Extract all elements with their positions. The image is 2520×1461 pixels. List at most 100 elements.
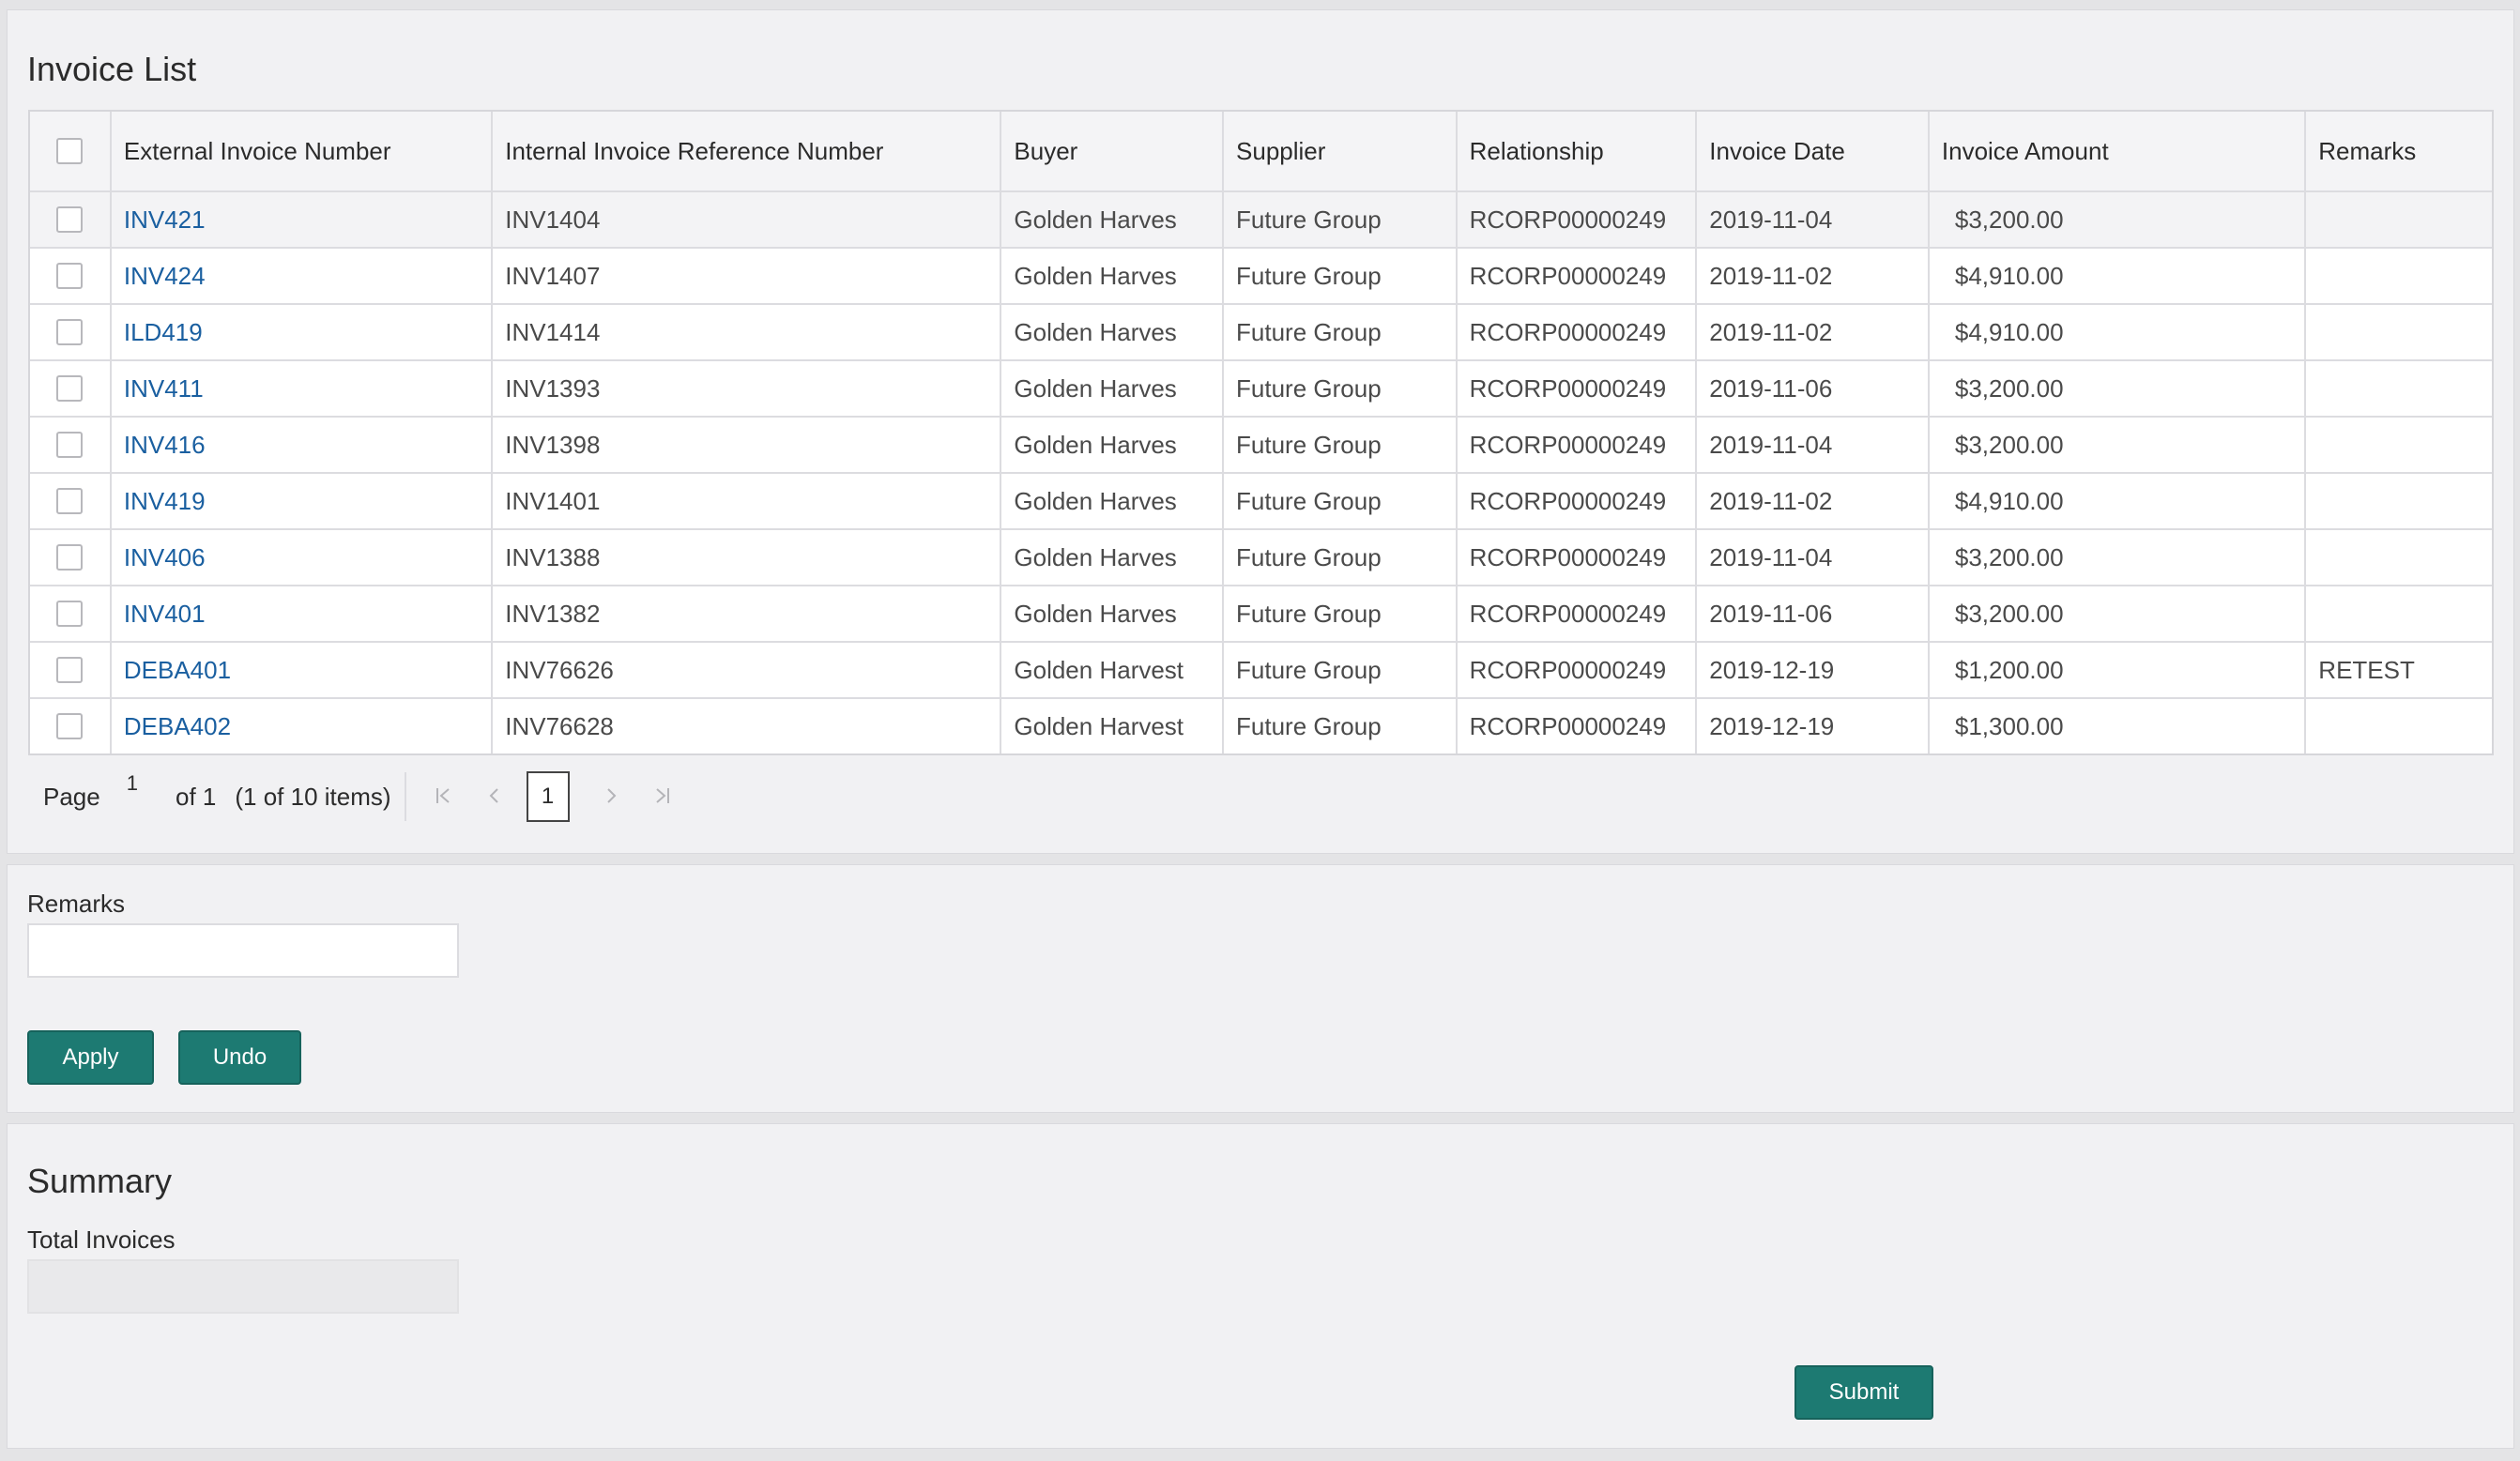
row-select-cell <box>30 474 110 528</box>
buyer-cell: Golden Harves <box>1000 586 1222 641</box>
relationship-cell: RCORP00000249 <box>1455 192 1696 247</box>
row-checkbox[interactable] <box>56 488 84 514</box>
column-header-buyer[interactable]: Buyer <box>1000 112 1222 190</box>
external-invoice-link[interactable]: INV421 <box>109 192 491 247</box>
table-row[interactable]: DEBA401 INV76626 Golden Harvest Future Grou… <box>30 641 2492 697</box>
column-header-date[interactable]: Invoice Date <box>1695 112 1928 190</box>
internal-reference-cell: INV1398 <box>491 418 1000 472</box>
undo-button[interactable]: Undo <box>178 1030 301 1085</box>
supplier-cell: Future Group <box>1222 192 1456 247</box>
row-checkbox[interactable] <box>56 713 84 739</box>
relationship-cell: RCORP00000249 <box>1455 361 1696 416</box>
column-header-external[interactable]: External Invoice Number <box>109 112 491 190</box>
invoice-amount-cell: $1,200.00 <box>1927 643 2304 697</box>
relationship-cell: RCORP00000249 <box>1455 474 1696 528</box>
relationship-cell: RCORP00000249 <box>1455 586 1696 641</box>
relationship-cell: RCORP00000249 <box>1455 249 1696 303</box>
supplier-cell: Future Group <box>1222 530 1456 585</box>
table-row[interactable]: INV421 INV1404 Golden Harves Future Group RC… <box>30 190 2492 247</box>
relationship-cell: RCORP00000249 <box>1455 305 1696 359</box>
last-page-icon[interactable] <box>654 783 671 812</box>
select-all-checkbox[interactable] <box>56 138 84 164</box>
total-invoices-label: Total Invoices <box>27 1225 176 1254</box>
row-select-cell <box>30 361 110 416</box>
table-row[interactable]: INV416 INV1398 Golden Harves Future Group RC… <box>30 416 2492 472</box>
external-invoice-link[interactable]: INV411 <box>109 361 491 416</box>
table-row[interactable]: ILD419 INV1414 Golden Harves Future Group RC… <box>30 303 2492 359</box>
remarks-cell <box>2304 192 2492 247</box>
buyer-cell: Golden Harvest <box>1000 643 1222 697</box>
external-invoice-link[interactable]: INV419 <box>109 474 491 528</box>
remarks-cell <box>2304 474 2492 528</box>
first-page-icon[interactable] <box>435 783 451 812</box>
current-page-button[interactable]: 1 <box>526 771 570 822</box>
row-checkbox[interactable] <box>56 206 84 233</box>
pager-of-total: of 1 <box>175 782 217 811</box>
invoice-date-cell: 2019-11-06 <box>1695 586 1928 641</box>
buyer-cell: Golden Harves <box>1000 192 1222 247</box>
external-invoice-link[interactable]: ILD419 <box>109 305 491 359</box>
table-row[interactable]: INV424 INV1407 Golden Harves Future Group RC… <box>30 247 2492 303</box>
invoice-date-cell: 2019-11-02 <box>1695 305 1928 359</box>
internal-reference-cell: INV1414 <box>491 305 1000 359</box>
next-page-icon[interactable] <box>605 783 619 812</box>
invoice-amount-cell: $4,910.00 <box>1927 474 2304 528</box>
remarks-cell <box>2304 418 2492 472</box>
prev-page-icon[interactable] <box>487 783 500 812</box>
row-checkbox[interactable] <box>56 375 84 402</box>
invoice-date-cell: 2019-12-19 <box>1695 643 1928 697</box>
relationship-cell: RCORP00000249 <box>1455 530 1696 585</box>
invoice-amount-cell: $1,300.00 <box>1927 699 2304 753</box>
column-header-relationship[interactable]: Relationship <box>1455 112 1696 190</box>
column-header-supplier[interactable]: Supplier <box>1222 112 1456 190</box>
row-checkbox[interactable] <box>56 432 84 458</box>
row-select-cell <box>30 586 110 641</box>
invoice-date-cell: 2019-11-02 <box>1695 249 1928 303</box>
supplier-cell: Future Group <box>1222 586 1456 641</box>
external-invoice-link[interactable]: INV406 <box>109 530 491 585</box>
row-checkbox[interactable] <box>56 657 84 683</box>
external-invoice-link[interactable]: DEBA402 <box>109 699 491 753</box>
column-header-internal[interactable]: Internal Invoice Reference Number <box>491 112 1000 190</box>
invoice-list-title: Invoice List <box>27 50 197 88</box>
external-invoice-link[interactable]: INV416 <box>109 418 491 472</box>
row-checkbox[interactable] <box>56 601 84 627</box>
row-checkbox[interactable] <box>56 544 84 571</box>
supplier-cell: Future Group <box>1222 643 1456 697</box>
invoice-amount-cell: $4,910.00 <box>1927 305 2304 359</box>
invoice-list-panel: Invoice List External Invoice Number Int… <box>7 9 2514 854</box>
internal-reference-cell: INV1393 <box>491 361 1000 416</box>
remarks-cell <box>2304 530 2492 585</box>
row-select-cell <box>30 305 110 359</box>
invoice-date-cell: 2019-12-19 <box>1695 699 1928 753</box>
buyer-cell: Golden Harves <box>1000 418 1222 472</box>
remarks-cell: RETEST <box>2304 643 2492 697</box>
row-select-cell <box>30 643 110 697</box>
table-row[interactable]: INV411 INV1393 Golden Harves Future Group RC… <box>30 359 2492 416</box>
pager-page-input[interactable]: 1 <box>127 771 138 796</box>
pager-page-label: Page <box>43 782 100 811</box>
column-header-amount[interactable]: Invoice Amount <box>1927 112 2304 190</box>
remarks-input[interactable] <box>27 923 459 978</box>
external-invoice-link[interactable]: DEBA401 <box>109 643 491 697</box>
invoice-amount-cell: $3,200.00 <box>1927 530 2304 585</box>
remarks-panel: Remarks Apply Undo <box>7 864 2514 1113</box>
column-header-remarks[interactable]: Remarks <box>2304 112 2492 190</box>
apply-button[interactable]: Apply <box>27 1030 154 1085</box>
submit-button[interactable]: Submit <box>1795 1365 1933 1420</box>
external-invoice-link[interactable]: INV401 <box>109 586 491 641</box>
external-invoice-link[interactable]: INV424 <box>109 249 491 303</box>
row-checkbox[interactable] <box>56 263 84 289</box>
remarks-cell <box>2304 305 2492 359</box>
row-checkbox[interactable] <box>56 319 84 345</box>
table-row[interactable]: INV401 INV1382 Golden Harves Future Group RC… <box>30 585 2492 641</box>
buyer-cell: Golden Harves <box>1000 530 1222 585</box>
table-row[interactable]: DEBA402 INV76628 Golden Harvest Future Grou… <box>30 697 2492 753</box>
internal-reference-cell: INV1388 <box>491 530 1000 585</box>
remarks-cell <box>2304 361 2492 416</box>
table-row[interactable]: INV419 INV1401 Golden Harves Future Group RC… <box>30 472 2492 528</box>
row-select-cell <box>30 418 110 472</box>
table-row[interactable]: INV406 INV1388 Golden Harves Future Group RC… <box>30 528 2492 585</box>
buyer-cell: Golden Harves <box>1000 474 1222 528</box>
supplier-cell: Future Group <box>1222 474 1456 528</box>
